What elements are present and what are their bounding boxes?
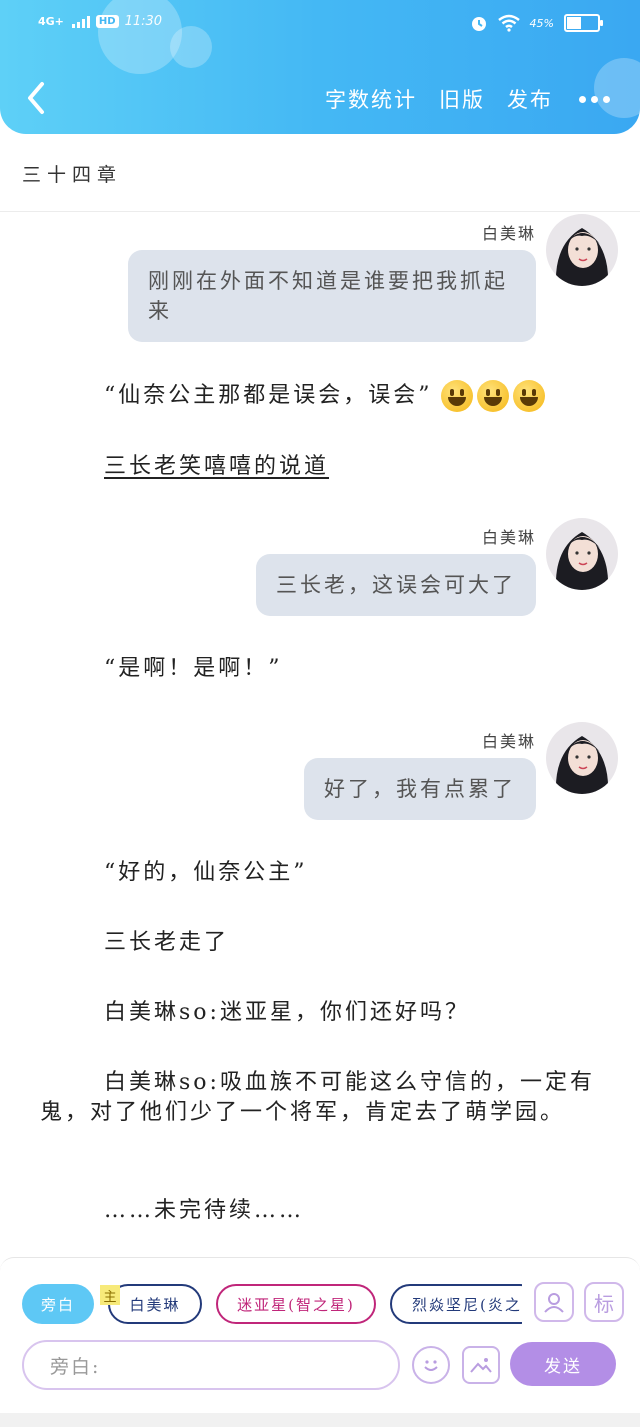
grinning-face-icon: [476, 380, 509, 412]
emoji-button[interactable]: [412, 1346, 450, 1384]
message-bubble: 好了，我有点累了: [304, 758, 536, 820]
status-bar: 4G+ HD 11:30 45%: [0, 10, 640, 40]
chat-message[interactable]: 白美琳 三长老，这误会可大了: [58, 516, 618, 626]
chat-message[interactable]: 白美琳 好了，我有点累了: [58, 720, 618, 830]
grinning-face-icon: [512, 380, 545, 412]
chevron-left-icon: [28, 82, 44, 114]
old-version-button[interactable]: 旧版: [439, 84, 485, 114]
role-chip-lieyan[interactable]: 烈焱坚尼(炎之: [390, 1284, 522, 1324]
avatar: [546, 518, 618, 590]
gesture-bar: [0, 1413, 640, 1427]
alarm-icon: [471, 17, 486, 31]
send-button[interactable]: 发送: [510, 1342, 616, 1386]
narration-text: “是啊！是啊！”: [104, 656, 283, 681]
tag-button[interactable]: 标: [584, 1282, 624, 1322]
character-manage-button[interactable]: [534, 1282, 574, 1322]
narration-line[interactable]: “仙奈公主那都是误会，误会”: [40, 380, 610, 412]
speaker-name: 白美琳: [481, 224, 536, 243]
narration-text: 白美琳so:吸血族不可能这么守信的，一定有鬼，对了他们少了一个将军，肯定去了萌学…: [40, 1070, 595, 1125]
narration-text: 白美琳so:迷亚星，你们还好吗？: [104, 1000, 470, 1025]
message-bubble: 刚刚在外面不知道是谁要把我抓起来: [128, 250, 536, 342]
narration-line[interactable]: ……未完待续……: [40, 1196, 610, 1226]
narration-line[interactable]: 白美琳so:吸血族不可能这么守信的，一定有鬼，对了他们少了一个将军，肯定去了萌学…: [40, 1068, 610, 1128]
wifi-icon: [497, 14, 520, 32]
avatar: [546, 722, 618, 794]
app-header: 4G+ HD 11:30 45% 字数统计 旧版 发布: [0, 0, 640, 134]
hd-badge: HD: [95, 15, 119, 28]
header-actions: 字数统计 旧版 发布: [325, 84, 610, 114]
battery-percent: 45%: [529, 16, 554, 30]
emoji-group: [440, 380, 545, 412]
editor-toolbar: 旁白 白美琳 主 迷亚星(智之星) 烈焱坚尼(炎之 标 旁白: 发送: [0, 1257, 640, 1427]
narration-line[interactable]: 三长老走了: [40, 928, 610, 958]
role-chip-bai-meilin[interactable]: 白美琳: [108, 1284, 202, 1324]
narration-text: ……未完待续……: [104, 1198, 305, 1223]
user-portrait-icon: [544, 1293, 564, 1313]
status-time: 11:30: [124, 14, 163, 29]
narration-text: 三长老笑嘻嘻的说道: [104, 454, 330, 479]
role-chip-miyaxing[interactable]: 迷亚星(智之星): [216, 1284, 376, 1324]
signal-icon: [71, 15, 90, 28]
narration-text: “仙奈公主那都是误会，误会”: [104, 383, 433, 408]
narration-text: “好的，仙奈公主”: [104, 860, 308, 885]
grinning-face-icon: [440, 380, 473, 412]
narration-text: 三长老走了: [104, 930, 230, 955]
image-button[interactable]: [462, 1346, 500, 1384]
main-character-tag: 主: [100, 1285, 120, 1305]
image-icon: [470, 1358, 492, 1373]
message-bubble: 三长老，这误会可大了: [256, 554, 536, 616]
back-button[interactable]: [22, 80, 52, 116]
narration-line[interactable]: 白美琳so:迷亚星，你们还好吗？: [40, 998, 610, 1028]
story-content: 白美琳 刚刚在外面不知道是谁要把我抓起来 “仙奈公主那都是误会，误会” 三长老笑…: [0, 212, 640, 1257]
chapter-title[interactable]: 三十四章: [22, 160, 122, 187]
chat-message[interactable]: 白美琳 刚刚在外面不知道是谁要把我抓起来: [58, 212, 618, 352]
word-count-button[interactable]: 字数统计: [325, 84, 417, 114]
narration-line[interactable]: “好的，仙奈公主”: [40, 858, 610, 888]
more-options-button[interactable]: [579, 95, 610, 103]
publish-button[interactable]: 发布: [507, 84, 553, 114]
network-type: 4G+: [38, 15, 64, 28]
avatar: [546, 214, 618, 286]
role-selector: 旁白 白美琳 主 迷亚星(智之星) 烈焱坚尼(炎之: [22, 1284, 522, 1326]
battery-icon: [564, 14, 603, 32]
text-input[interactable]: 旁白:: [22, 1340, 400, 1390]
smiley-icon: [424, 1360, 438, 1371]
battery-level: [567, 17, 581, 29]
speaker-name: 白美琳: [481, 528, 536, 547]
speaker-name: 白美琳: [481, 732, 536, 751]
role-chip-narrator[interactable]: 旁白: [22, 1284, 94, 1324]
narration-line[interactable]: 三长老笑嘻嘻的说道: [40, 452, 610, 482]
narration-line[interactable]: “是啊！是啊！”: [40, 654, 610, 684]
